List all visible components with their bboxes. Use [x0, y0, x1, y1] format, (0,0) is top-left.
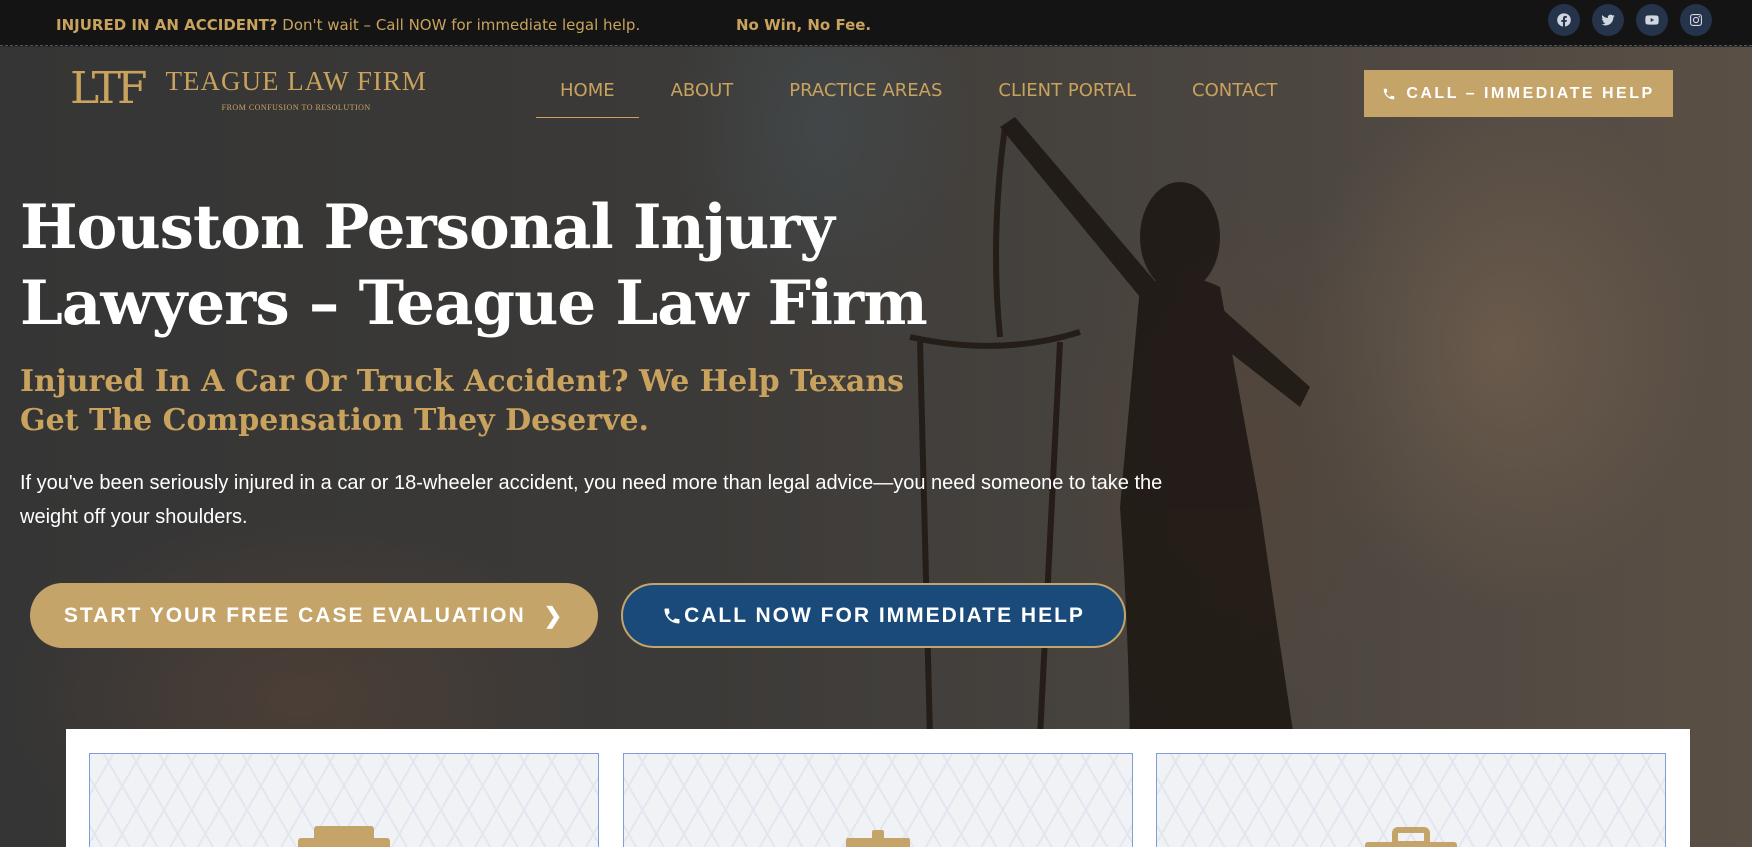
header-call-button[interactable]: CALL – IMMEDIATE HELP [1364, 70, 1673, 117]
social-links [1548, 4, 1712, 36]
site-logo[interactable]: LTF TEAGUE LAW FIRM FROM CONFUSION TO RE… [70, 66, 427, 112]
service-card[interactable] [623, 753, 1133, 847]
briefcase-icon [1365, 827, 1457, 847]
hero-subtitle: Injured In A Car Or Truck Accident? We H… [20, 364, 905, 438]
call-now-button[interactable]: CALL NOW FOR IMMEDIATE HELP [621, 583, 1126, 648]
twitter-icon[interactable] [1592, 4, 1624, 36]
nav-practice-areas[interactable]: PRACTICE AREAS [789, 80, 942, 118]
hero-lead: If you've been seriously injured in a ca… [20, 472, 1163, 528]
top-announcement-bar: INJURED IN AN ACCIDENT? Don't wait – Cal… [0, 0, 1752, 46]
logo-monogram: LTF [70, 63, 147, 114]
phone-ring-icon [1384, 88, 1395, 99]
logo-name: TEAGUE LAW FIRM [165, 66, 427, 96]
promo-message: Don't wait – Call NOW for immediate lega… [277, 16, 641, 34]
promo-bold: INJURED IN AN ACCIDENT? [56, 16, 278, 34]
facebook-icon[interactable] [1548, 4, 1580, 36]
call-now-label: CALL NOW FOR IMMEDIATE HELP [684, 603, 1085, 627]
nav-contact[interactable]: CONTACT [1192, 80, 1277, 118]
main-nav: HOME ABOUT PRACTICE AREAS CLIENT PORTAL … [536, 80, 1333, 118]
clipboard-icon [298, 826, 390, 847]
services-strip [66, 729, 1690, 847]
logo-tagline: FROM CONFUSION TO RESOLUTION [221, 103, 371, 112]
logo-wordmark: TEAGUE LAW FIRM FROM CONFUSION TO RESOLU… [166, 66, 427, 112]
phone-icon [664, 608, 680, 623]
header-call-label: CALL – IMMEDIATE HELP [1406, 84, 1655, 102]
chevron-right-icon: ❯ [543, 602, 565, 628]
nav-about[interactable]: ABOUT [671, 80, 734, 118]
instagram-icon[interactable] [1680, 4, 1712, 36]
hero-title: Houston Personal Injury Lawyers – Teague… [20, 192, 928, 339]
hero-background [0, 47, 1752, 847]
service-card[interactable] [1156, 753, 1666, 847]
free-case-evaluation-label: START YOUR FREE CASE EVALUATION [63, 603, 526, 627]
promo-text: INJURED IN AN ACCIDENT? Don't wait – Cal… [56, 16, 640, 34]
service-card[interactable] [89, 753, 599, 847]
no-win-no-fee: No Win, No Fee. [736, 16, 872, 34]
youtube-icon[interactable] [1636, 4, 1668, 36]
nav-client-portal[interactable]: CLIENT PORTAL [998, 80, 1136, 118]
free-case-evaluation-button[interactable]: START YOUR FREE CASE EVALUATION ❯ [30, 583, 598, 648]
nav-home[interactable]: HOME [536, 80, 639, 118]
gavel-icon [846, 830, 910, 847]
page: INJURED IN AN ACCIDENT? Don't wait – Cal… [0, 0, 1752, 847]
